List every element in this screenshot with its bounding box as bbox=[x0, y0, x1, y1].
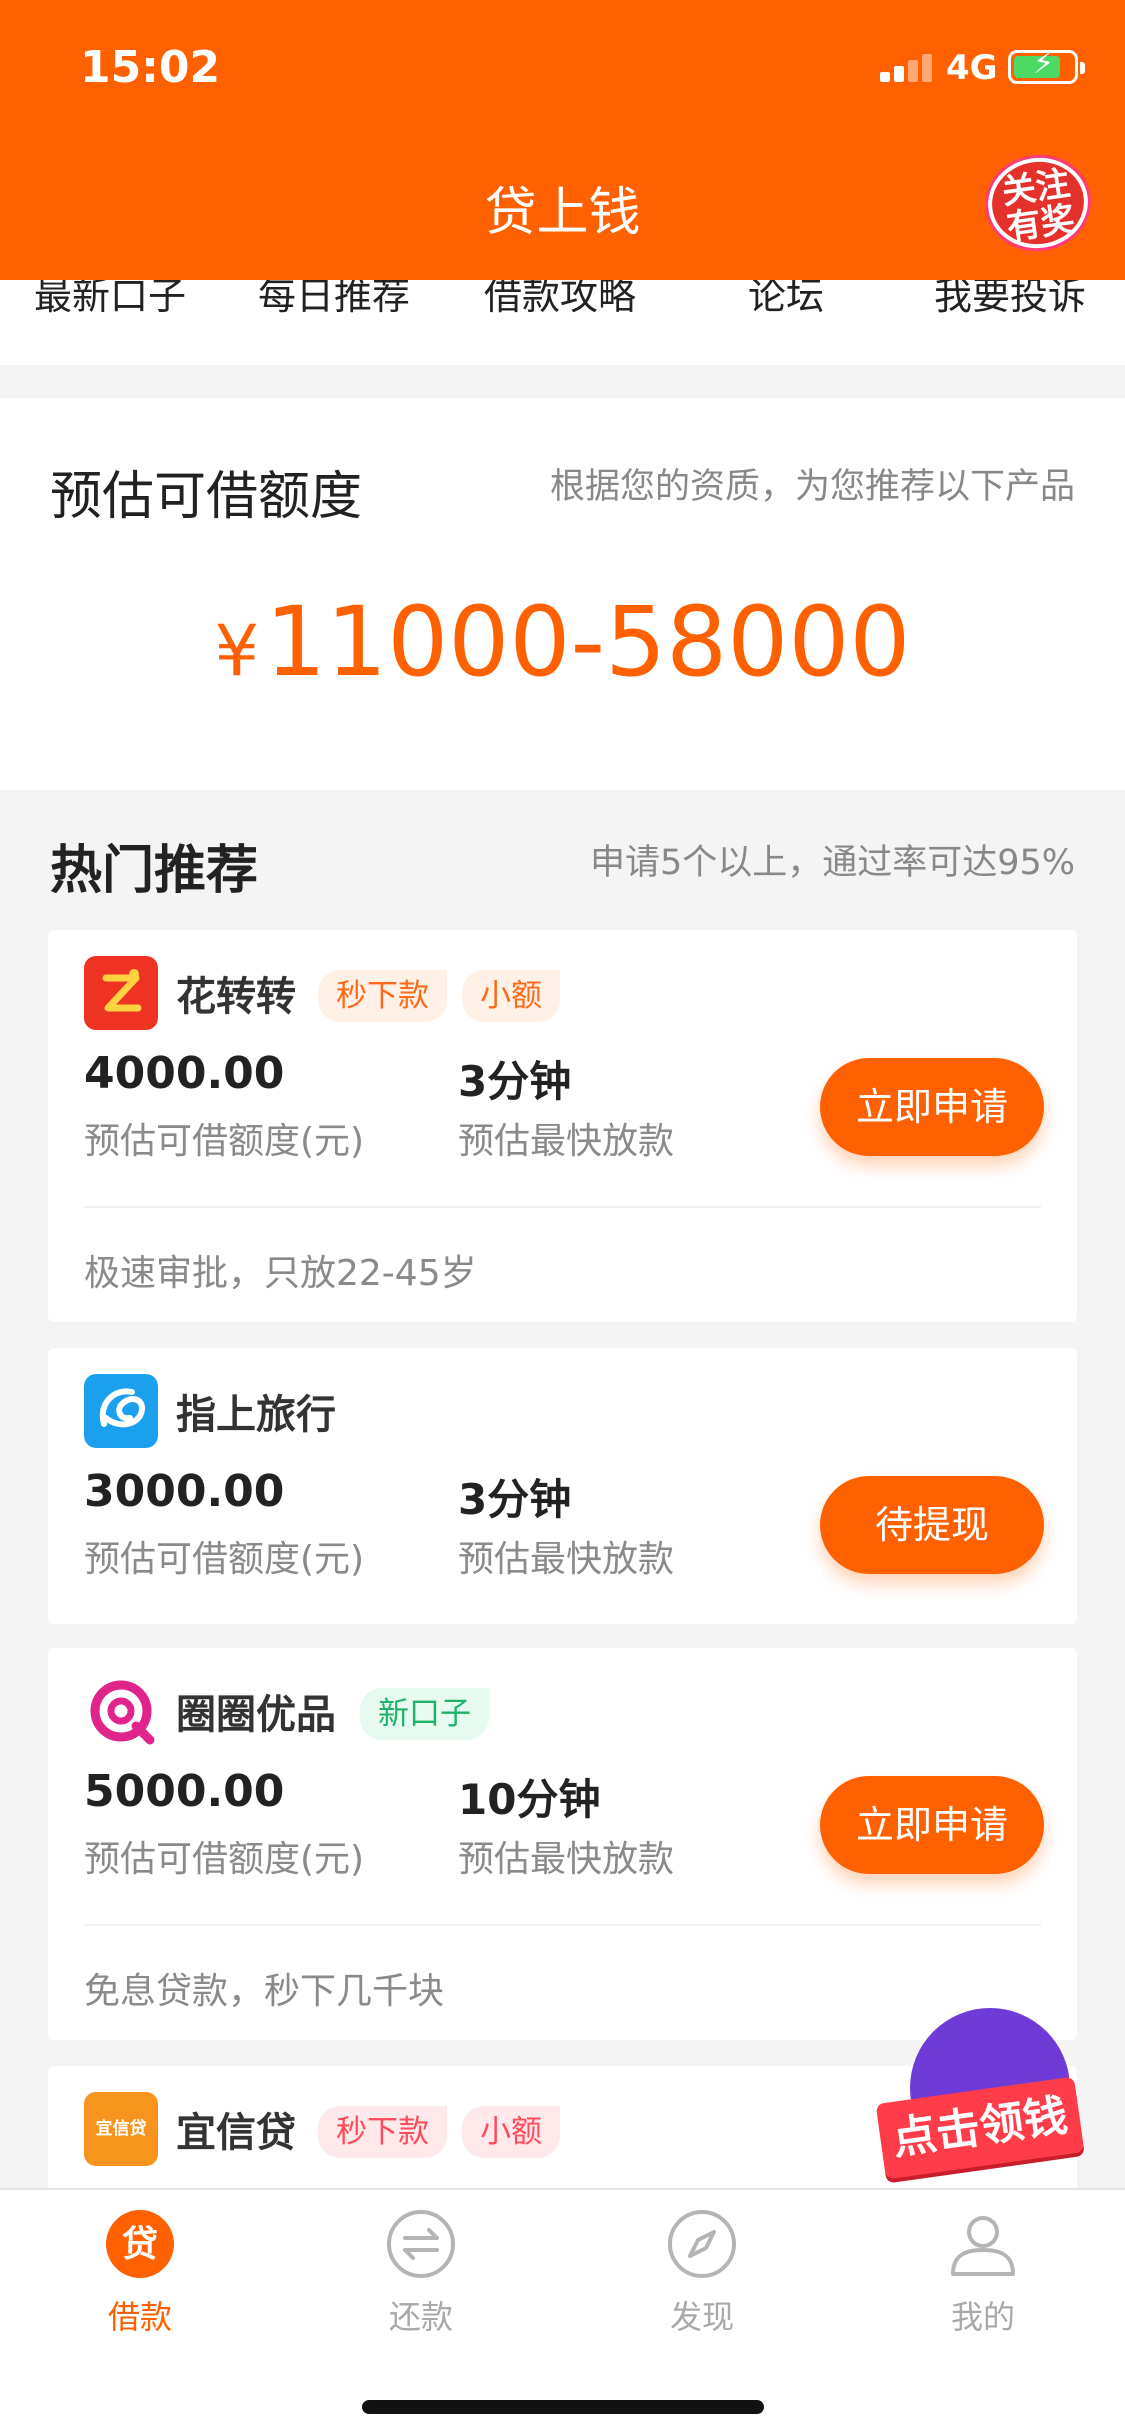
product-tag: 秒下款 bbox=[318, 970, 447, 1022]
currency-symbol: ¥ bbox=[214, 610, 260, 692]
tab-label: 发现 bbox=[669, 2298, 734, 2336]
tab-repay[interactable]: 还款 bbox=[321, 2208, 521, 2338]
hot-hint: 申请5个以上，通过率可达95% bbox=[589, 843, 1075, 883]
logo-text: 宜信贷 bbox=[95, 2119, 147, 2139]
compass-icon bbox=[668, 2210, 736, 2278]
loan-icon: 贷 bbox=[106, 2210, 174, 2278]
estimate-amount: ¥11000-58000 bbox=[0, 586, 1125, 698]
product-note: 免息贷款，秒下几千块 bbox=[84, 1971, 445, 2012]
product-limit: 3000.00 bbox=[84, 1466, 285, 1517]
product-card[interactable]: 指上旅行 3000.00 预估可借额度(元) 3分钟 预估最快放款 待提现 bbox=[48, 1348, 1077, 1624]
product-limit: 4000.00 bbox=[84, 1048, 285, 1099]
product-speed: 10分钟 bbox=[458, 1775, 601, 1824]
tab-discover[interactable]: 发现 bbox=[602, 2208, 802, 2338]
product-card[interactable]: 圈圈优品 新口子 5000.00 预估可借额度(元) 10分钟 预估最快放款 立… bbox=[48, 1648, 1077, 2040]
speed-label: 预估最快放款 bbox=[458, 1839, 675, 1880]
estimate-range: 11000-58000 bbox=[265, 586, 911, 698]
product-limit: 5000.00 bbox=[84, 1766, 285, 1817]
app-header: 15:02 4G ⚡ 贷上钱 关注有奖 bbox=[0, 0, 1125, 280]
estimate-title: 预估可借额度 bbox=[50, 467, 363, 527]
repay-icon bbox=[387, 2210, 455, 2278]
product-name: 圈圈优品 bbox=[176, 1692, 336, 1738]
product-note: 极速审批，只放22-45岁 bbox=[84, 1253, 477, 1294]
bottom-tab-bar: 贷 借款 还款 发现 我的 bbox=[0, 2188, 1125, 2436]
user-icon bbox=[951, 2216, 1015, 2276]
product-name: 花转转 bbox=[176, 974, 296, 1020]
hot-title: 热门推荐 bbox=[50, 841, 259, 901]
withdraw-button[interactable]: 待提现 bbox=[820, 1476, 1044, 1574]
signal-icon bbox=[880, 52, 932, 82]
product-tag: 秒下款 bbox=[318, 2106, 447, 2158]
divider bbox=[84, 1924, 1041, 1926]
apply-button[interactable]: 立即申请 bbox=[820, 1776, 1044, 1874]
promo-label: 点击领钱 bbox=[875, 2076, 1085, 2180]
huazhuanzhuan-logo-icon bbox=[84, 956, 158, 1030]
product-card[interactable]: 花转转 秒下款 小额 4000.00 预估可借额度(元) 3分钟 预估最快放款 … bbox=[48, 930, 1077, 1322]
tab-label: 我的 bbox=[950, 2298, 1015, 2336]
claim-money-promo[interactable]: 点击领钱 bbox=[875, 2000, 1090, 2180]
limit-label: 预估可借额度(元) bbox=[84, 1839, 365, 1880]
tab-loan[interactable]: 贷 借款 bbox=[40, 2208, 240, 2338]
product-speed: 3分钟 bbox=[458, 1475, 572, 1524]
zhishang-logo-icon bbox=[84, 1374, 158, 1448]
home-indicator bbox=[362, 2400, 764, 2414]
limit-label: 预估可借额度(元) bbox=[84, 1539, 365, 1580]
tab-label: 还款 bbox=[388, 2298, 453, 2336]
network-type: 4G bbox=[946, 48, 998, 88]
follow-reward-text: 关注有奖 bbox=[999, 163, 1078, 249]
divider bbox=[84, 1206, 1041, 1208]
product-tag: 小额 bbox=[462, 2106, 560, 2158]
page-title: 贷上钱 bbox=[484, 183, 641, 243]
quanquan-logo-icon bbox=[90, 1680, 155, 1745]
apply-button[interactable]: 立即申请 bbox=[820, 1058, 1044, 1156]
estimate-hint: 根据您的资质，为您推荐以下产品 bbox=[549, 467, 1075, 507]
product-speed: 3分钟 bbox=[458, 1057, 572, 1106]
product-name: 宜信贷 bbox=[176, 2110, 296, 2156]
status-time: 15:02 bbox=[80, 42, 221, 93]
product-name: 指上旅行 bbox=[176, 1392, 336, 1438]
product-tag: 新口子 bbox=[360, 1688, 489, 1740]
product-tag: 小额 bbox=[462, 970, 560, 1022]
speed-label: 预估最快放款 bbox=[458, 1121, 675, 1162]
tab-label: 借款 bbox=[107, 2298, 172, 2336]
yixindai-logo-icon: 宜信贷 bbox=[84, 2092, 158, 2166]
estimate-card: 预估可借额度 根据您的资质，为您推荐以下产品 ¥11000-58000 bbox=[0, 398, 1125, 790]
limit-label: 预估可借额度(元) bbox=[84, 1121, 365, 1162]
speed-label: 预估最快放款 bbox=[458, 1539, 675, 1580]
battery-icon: ⚡ bbox=[1008, 49, 1085, 84]
svg-text:贷: 贷 bbox=[122, 2224, 158, 2265]
tab-mine[interactable]: 我的 bbox=[883, 2208, 1083, 2338]
